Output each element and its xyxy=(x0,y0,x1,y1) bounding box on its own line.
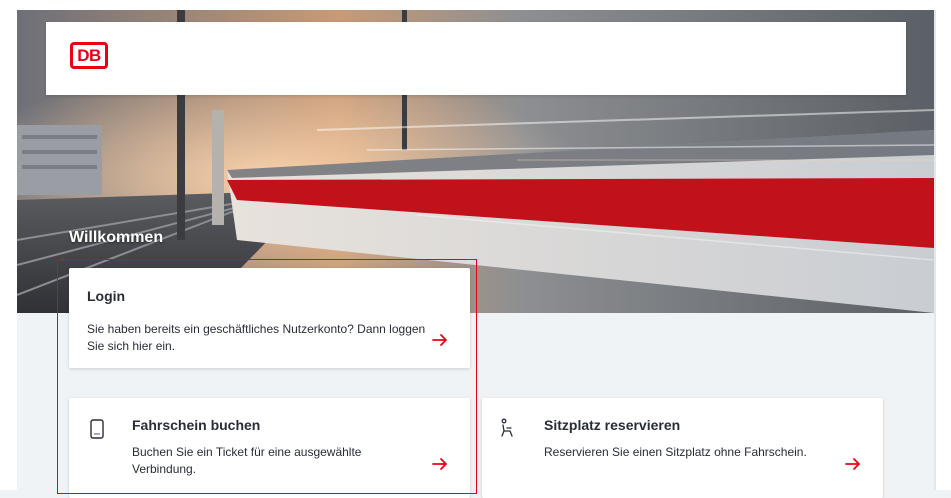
page: DB Willkommen Login Sie haben bereits ei… xyxy=(0,0,951,498)
db-logo[interactable]: DB xyxy=(70,42,108,69)
welcome-heading: Willkommen xyxy=(69,229,164,246)
right-scroll-area xyxy=(934,0,951,490)
seat-card-title: Sitzplatz reservieren xyxy=(544,417,681,433)
header-bar: DB xyxy=(46,22,906,95)
left-margin xyxy=(0,0,17,490)
ticket-card[interactable]: Fahrschein buchen Buchen Sie ein Ticket … xyxy=(69,398,470,498)
ticket-card-title: Fahrschein buchen xyxy=(132,417,261,433)
right-divider xyxy=(934,10,936,490)
arrow-right-icon[interactable] xyxy=(430,330,450,350)
login-card-title: Login xyxy=(87,288,126,304)
arrow-right-icon[interactable] xyxy=(430,454,450,474)
seat-card[interactable]: Sitzplatz reservieren Reservieren Sie ei… xyxy=(482,398,883,498)
phone-icon xyxy=(90,419,104,439)
ticket-card-text: Buchen Sie ein Ticket für eine ausgewähl… xyxy=(132,445,362,476)
seat-icon xyxy=(501,418,513,437)
login-card-text: Sie haben bereits ein geschäftliches Nut… xyxy=(87,322,426,353)
top-margin xyxy=(0,0,951,10)
seat-card-text: Reservieren Sie einen Sitzplatz ohne Fah… xyxy=(544,445,807,459)
login-card[interactable]: Login Sie haben bereits ein geschäftlich… xyxy=(69,268,470,368)
arrow-right-icon[interactable] xyxy=(843,454,863,474)
